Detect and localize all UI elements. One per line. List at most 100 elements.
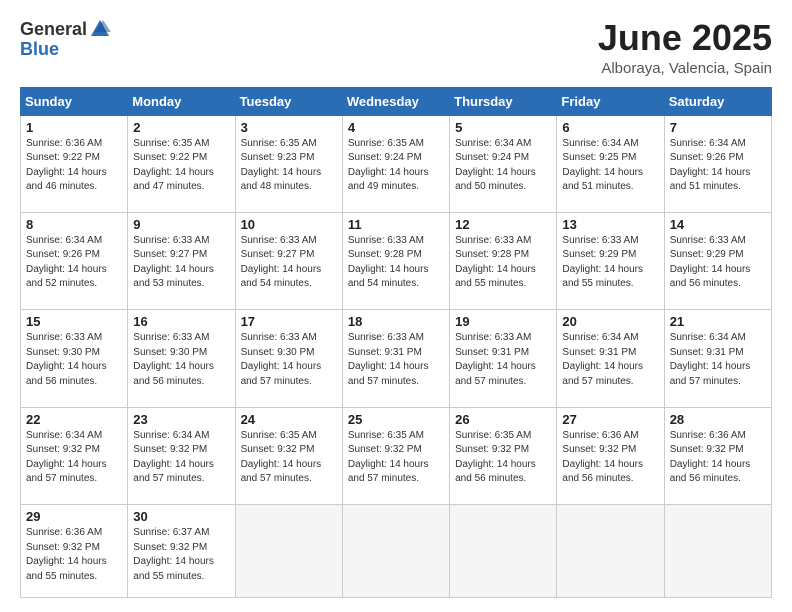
day-info: Sunrise: 6:33 AM Sunset: 9:31 PM Dayligh… [348,331,444,389]
day-info: Sunrise: 6:34 AM Sunset: 9:26 PM Dayligh… [26,234,122,292]
day-info: Sunrise: 6:35 AM Sunset: 9:22 PM Dayligh… [133,137,229,195]
day-info: Sunrise: 6:33 AM Sunset: 9:28 PM Dayligh… [348,234,444,292]
table-row: 11 Sunrise: 6:33 AM Sunset: 9:28 PM Dayli… [342,212,449,309]
table-row [342,505,449,598]
day-number: 15 [26,314,122,329]
table-row: 30 Sunrise: 6:37 AM Sunset: 9:32 PM Dayli… [128,505,235,598]
day-info: Sunrise: 6:34 AM Sunset: 9:25 PM Dayligh… [562,137,658,195]
table-row: 2 Sunrise: 6:35 AM Sunset: 9:22 PM Daylig… [128,115,235,212]
table-row: 6 Sunrise: 6:34 AM Sunset: 9:25 PM Daylig… [557,115,664,212]
table-row: 19Sunrise: 6:33 AM Sunset: 9:31 PM Dayli… [450,310,557,407]
day-info: Sunrise: 6:33 AM Sunset: 9:28 PM Dayligh… [455,234,551,292]
day-info: Sunrise: 6:33 AM Sunset: 9:29 PM Dayligh… [670,234,766,292]
table-row: 4 Sunrise: 6:35 AM Sunset: 9:24 PM Daylig… [342,115,449,212]
table-row: 13 Sunrise: 6:33 AM Sunset: 9:29 PM Dayli… [557,212,664,309]
table-row: 27Sunrise: 6:36 AM Sunset: 9:32 PM Dayli… [557,407,664,504]
day-number: 22 [26,412,122,427]
calendar-week-row: 1Sunrise: 6:36 AM Sunset: 9:22 PM Daylig… [21,115,772,212]
table-row: 29Sunrise: 6:36 AM Sunset: 9:32 PM Dayli… [21,505,128,598]
day-number: 17 [241,314,337,329]
table-row: 12 Sunrise: 6:33 AM Sunset: 9:28 PM Dayli… [450,212,557,309]
day-number: 9 [133,217,229,232]
day-number: 18 [348,314,444,329]
day-number: 13 [562,217,658,232]
day-info: Sunrise: 6:34 AM Sunset: 9:31 PM Dayligh… [670,331,766,389]
day-number: 6 [562,120,658,135]
table-row: 22 Sunrise: 6:34 AM Sunset: 9:32 PM Dayli… [21,407,128,504]
table-row [664,505,771,598]
calendar-week-row: 22 Sunrise: 6:34 AM Sunset: 9:32 PM Dayli… [21,407,772,504]
day-info: Sunrise: 6:33 AM Sunset: 9:30 PM Dayligh… [133,331,229,389]
day-number: 28 [670,412,766,427]
day-info: Sunrise: 6:37 AM Sunset: 9:32 PM Dayligh… [133,526,229,584]
day-info: Sunrise: 6:35 AM Sunset: 9:32 PM Dayligh… [455,429,551,487]
table-row: 20 Sunrise: 6:34 AM Sunset: 9:31 PM Dayli… [557,310,664,407]
table-row [557,505,664,598]
day-info: Sunrise: 6:34 AM Sunset: 9:24 PM Dayligh… [455,137,551,195]
table-row: 8 Sunrise: 6:34 AM Sunset: 9:26 PM Daylig… [21,212,128,309]
day-number: 12 [455,217,551,232]
calendar-week-row: 8 Sunrise: 6:34 AM Sunset: 9:26 PM Daylig… [21,212,772,309]
day-info: Sunrise: 6:33 AM Sunset: 9:29 PM Dayligh… [562,234,658,292]
page: General Blue June 2025 Alboraya, Valenci… [0,0,792,612]
day-number: 23 [133,412,229,427]
day-number: 8 [26,217,122,232]
day-info: Sunrise: 6:34 AM Sunset: 9:31 PM Dayligh… [562,331,658,389]
day-number: 10 [241,217,337,232]
table-row: 17 Sunrise: 6:33 AM Sunset: 9:30 PM Dayli… [235,310,342,407]
col-friday: Friday [557,87,664,115]
calendar-week-row: 29Sunrise: 6:36 AM Sunset: 9:32 PM Dayli… [21,505,772,598]
day-number: 16 [133,314,229,329]
day-number: 5 [455,120,551,135]
table-row: 21 Sunrise: 6:34 AM Sunset: 9:31 PM Dayli… [664,310,771,407]
day-info: Sunrise: 6:35 AM Sunset: 9:32 PM Dayligh… [241,429,337,487]
calendar-table: Sunday Monday Tuesday Wednesday Thursday… [20,87,772,598]
day-info: Sunrise: 6:35 AM Sunset: 9:23 PM Dayligh… [241,137,337,195]
table-row: 28 Sunrise: 6:36 AM Sunset: 9:32 PM Dayli… [664,407,771,504]
day-info: Sunrise: 6:34 AM Sunset: 9:26 PM Dayligh… [670,137,766,195]
col-monday: Monday [128,87,235,115]
title-month: June 2025 [598,18,772,58]
table-row [450,505,557,598]
day-info: Sunrise: 6:35 AM Sunset: 9:24 PM Dayligh… [348,137,444,195]
table-row: 15 Sunrise: 6:33 AM Sunset: 9:30 PM Dayli… [21,310,128,407]
day-info: Sunrise: 6:36 AM Sunset: 9:32 PM Dayligh… [670,429,766,487]
day-number: 30 [133,509,229,524]
col-tuesday: Tuesday [235,87,342,115]
table-row: 7Sunrise: 6:34 AM Sunset: 9:26 PM Daylig… [664,115,771,212]
day-number: 21 [670,314,766,329]
day-number: 20 [562,314,658,329]
calendar-week-row: 15 Sunrise: 6:33 AM Sunset: 9:30 PM Dayli… [21,310,772,407]
day-number: 4 [348,120,444,135]
day-number: 19 [455,314,551,329]
day-number: 1 [26,120,122,135]
day-number: 2 [133,120,229,135]
col-sunday: Sunday [21,87,128,115]
day-info: Sunrise: 6:33 AM Sunset: 9:27 PM Dayligh… [241,234,337,292]
table-row: 18 Sunrise: 6:33 AM Sunset: 9:31 PM Dayli… [342,310,449,407]
header: General Blue June 2025 Alboraya, Valenci… [20,18,772,77]
day-info: Sunrise: 6:33 AM Sunset: 9:30 PM Dayligh… [241,331,337,389]
day-info: Sunrise: 6:36 AM Sunset: 9:32 PM Dayligh… [26,526,122,584]
logo-blue: Blue [20,40,59,58]
table-row: 16 Sunrise: 6:33 AM Sunset: 9:30 PM Dayli… [128,310,235,407]
table-row: 25Sunrise: 6:35 AM Sunset: 9:32 PM Dayli… [342,407,449,504]
title-block: June 2025 Alboraya, Valencia, Spain [598,18,772,77]
col-thursday: Thursday [450,87,557,115]
logo-icon [89,18,111,40]
day-number: 11 [348,217,444,232]
day-number: 24 [241,412,337,427]
logo-general: General [20,20,87,38]
day-info: Sunrise: 6:35 AM Sunset: 9:32 PM Dayligh… [348,429,444,487]
day-info: Sunrise: 6:33 AM Sunset: 9:30 PM Dayligh… [26,331,122,389]
day-number: 14 [670,217,766,232]
table-row: 26 Sunrise: 6:35 AM Sunset: 9:32 PM Dayli… [450,407,557,504]
table-row: 5 Sunrise: 6:34 AM Sunset: 9:24 PM Daylig… [450,115,557,212]
col-wednesday: Wednesday [342,87,449,115]
day-info: Sunrise: 6:34 AM Sunset: 9:32 PM Dayligh… [26,429,122,487]
day-info: Sunrise: 6:34 AM Sunset: 9:32 PM Dayligh… [133,429,229,487]
logo: General Blue [20,18,111,58]
table-row: 3Sunrise: 6:35 AM Sunset: 9:23 PM Daylig… [235,115,342,212]
day-number: 26 [455,412,551,427]
table-row [235,505,342,598]
